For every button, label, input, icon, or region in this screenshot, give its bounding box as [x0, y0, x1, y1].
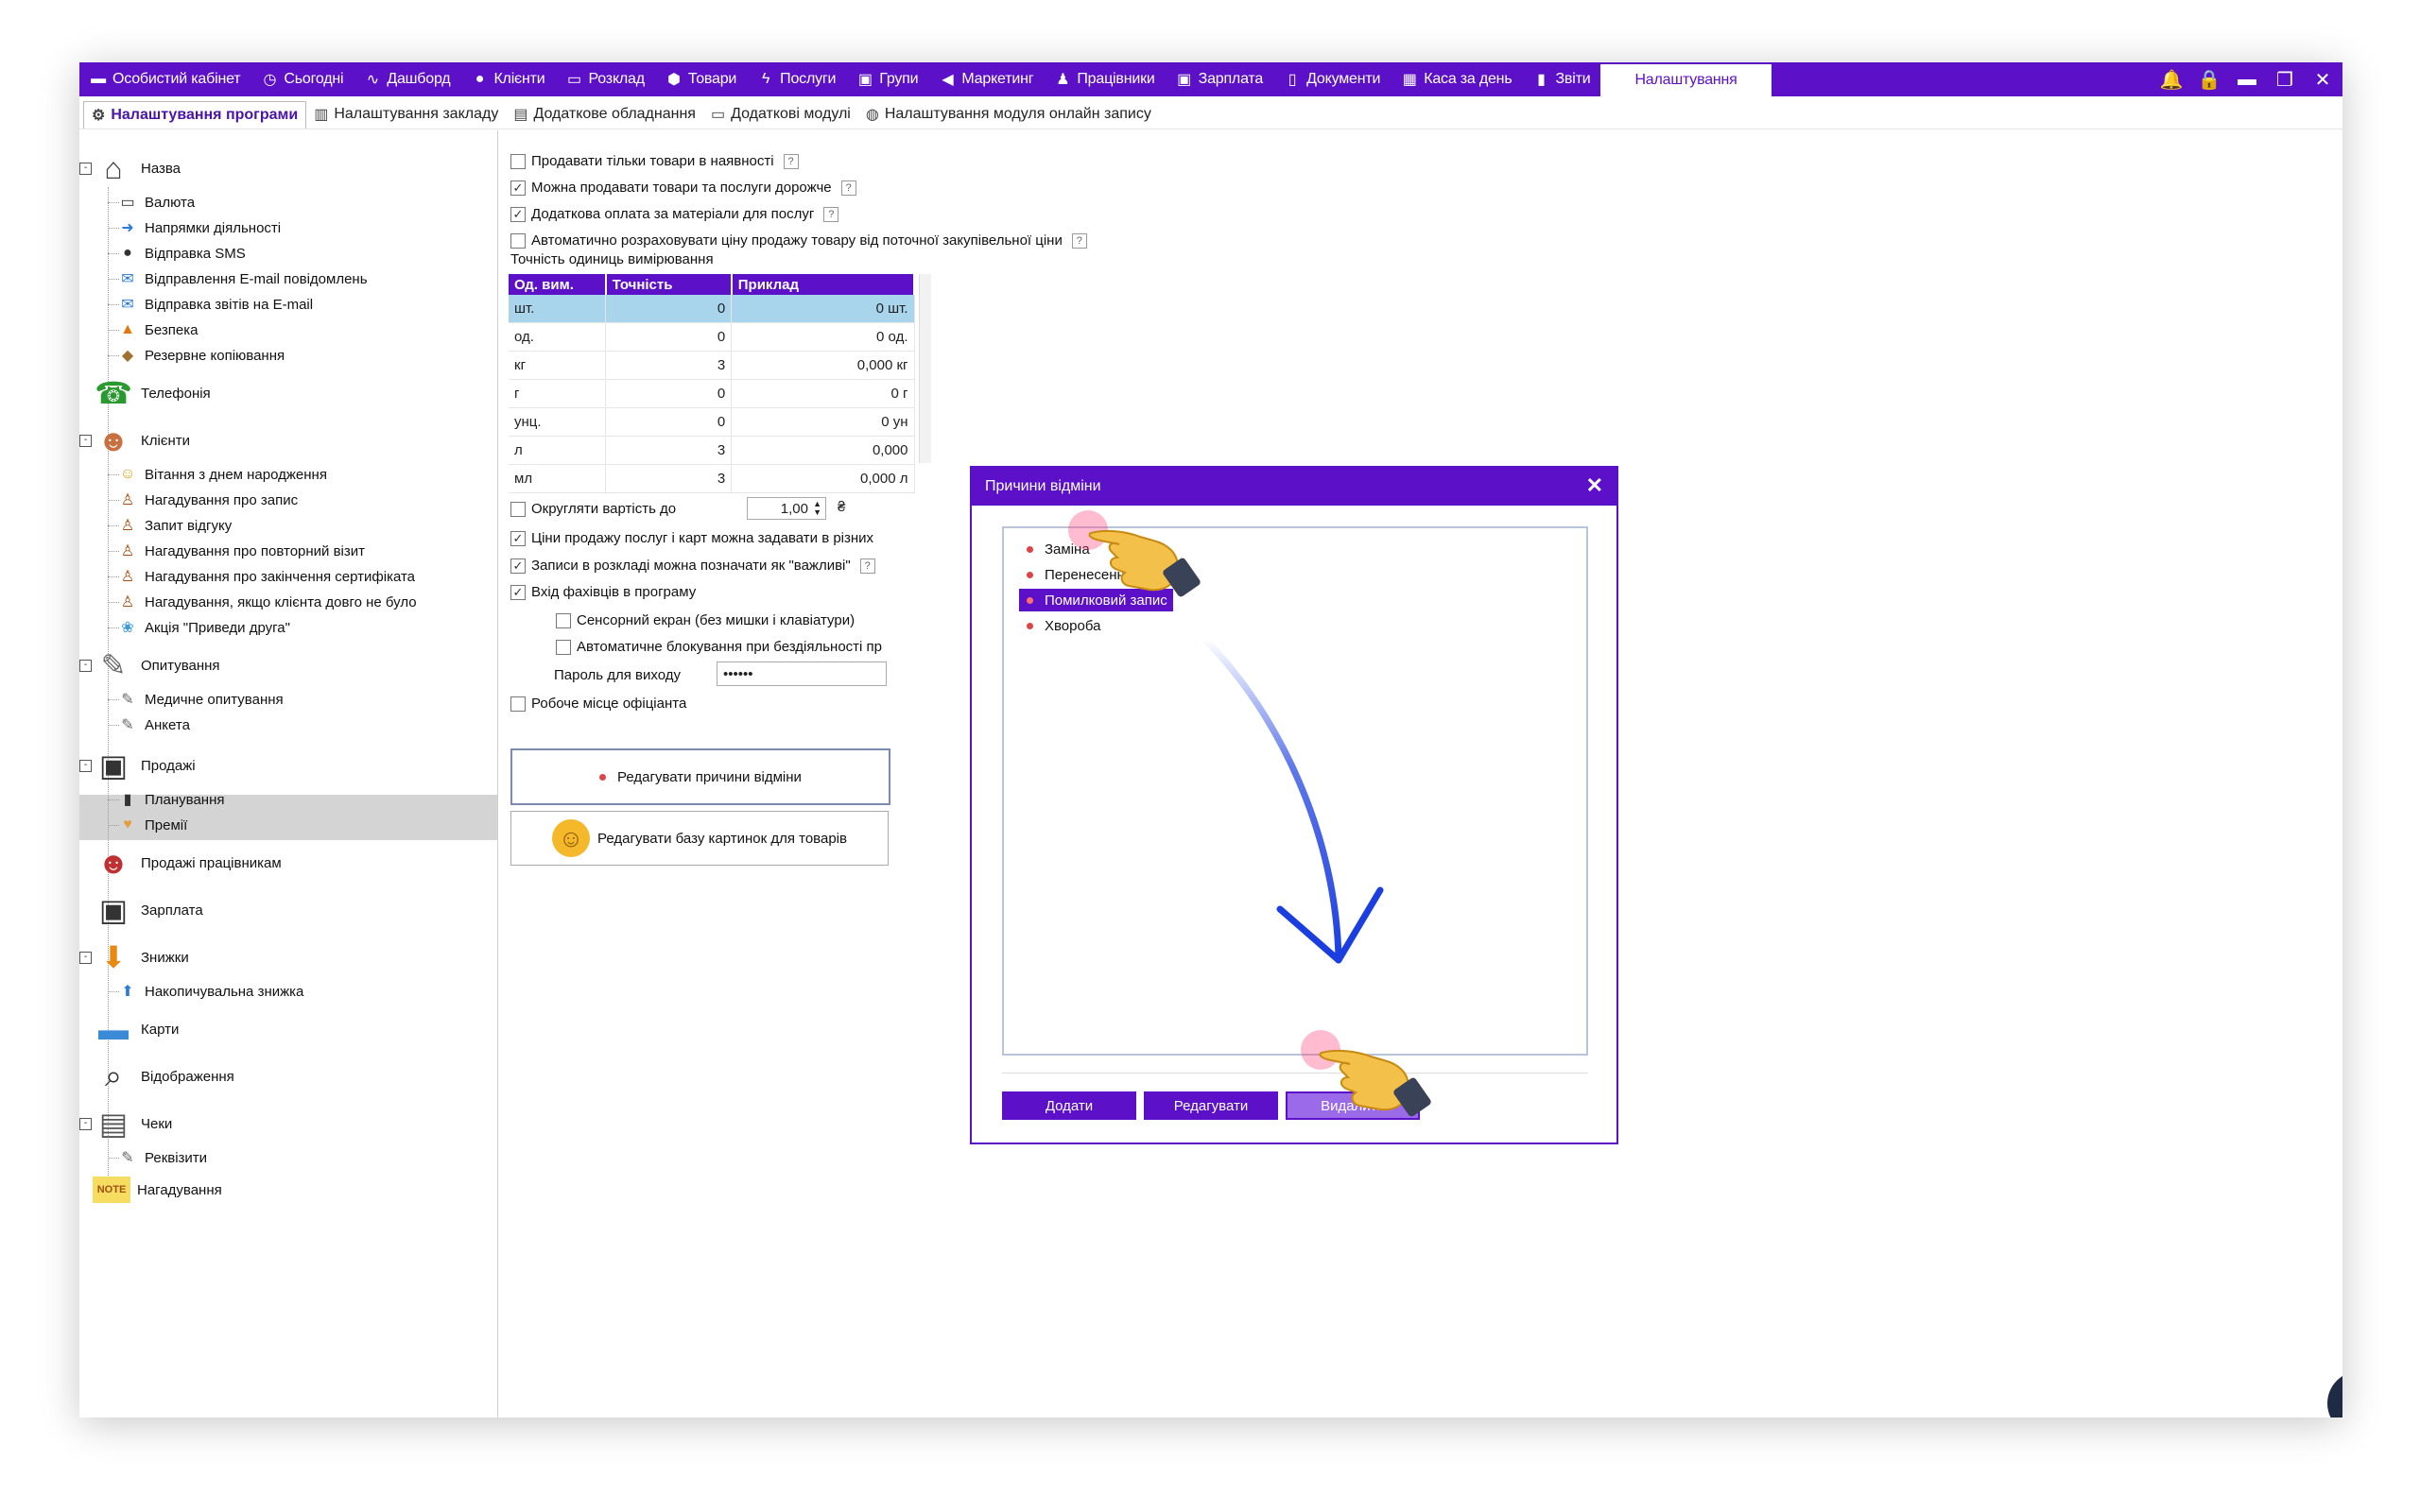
chat-icon [2341, 1386, 2342, 1418]
arrow-curve [1201, 635, 1342, 964]
pointing-hand-icon [1318, 1032, 1431, 1126]
pointing-hand-icon [1087, 512, 1201, 607]
tutorial-arrow [1201, 635, 1384, 964]
arrow-head [1276, 886, 1384, 964]
app-window: ▬ Особистий кабінет ◷ Сьогодні ∿ Дашборд ● Кліє… [79, 62, 2342, 1418]
